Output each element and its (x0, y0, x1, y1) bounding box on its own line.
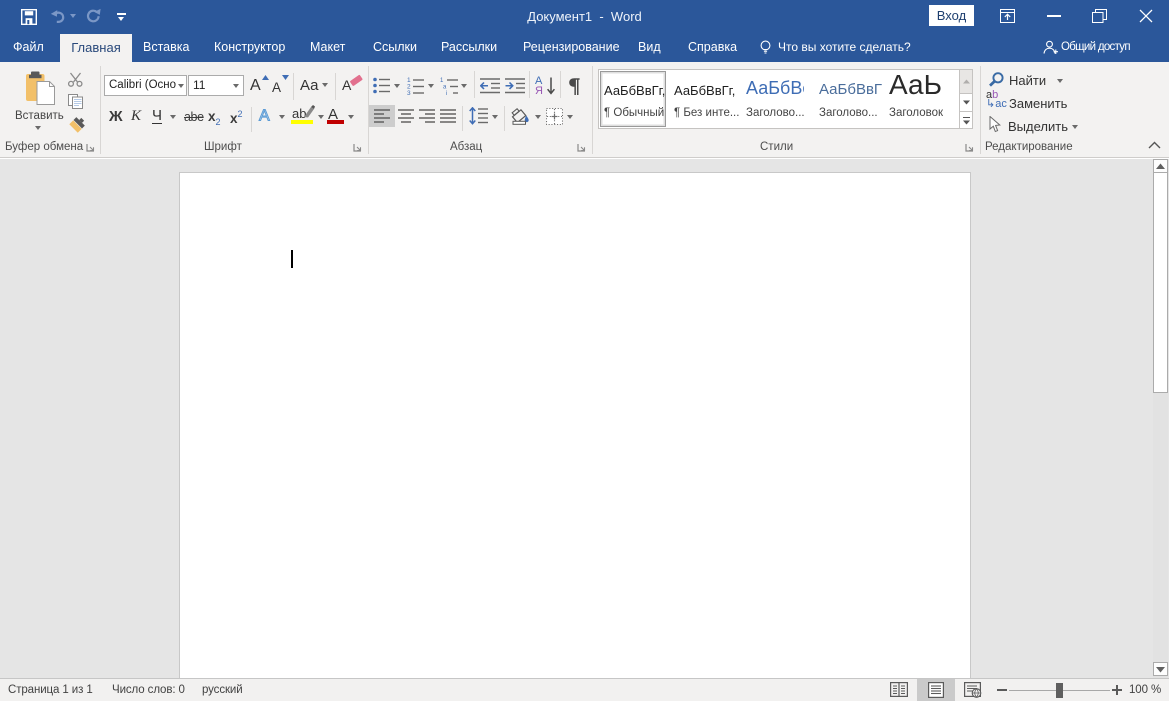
svg-text:А: А (259, 108, 270, 125)
svg-text:i: i (446, 91, 447, 95)
svg-text:3: 3 (407, 90, 411, 95)
svg-text:а: а (443, 85, 447, 91)
svg-text:1: 1 (440, 78, 444, 84)
